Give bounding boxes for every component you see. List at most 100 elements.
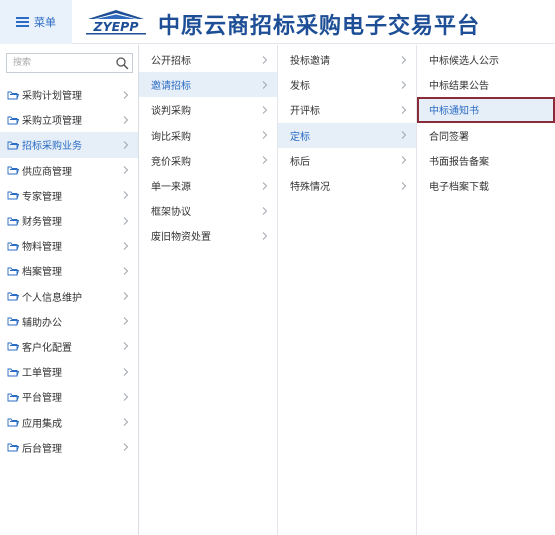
sidebar-item[interactable]: 物料管理 [0, 233, 138, 258]
level2-item[interactable]: 询比采购 [139, 123, 277, 148]
folder-icon [7, 418, 19, 427]
submenu-level3: 投标邀请发标开评标定标标后特殊情况 [278, 45, 417, 535]
sidebar-list: 采购计划管理 采购立项管理招标采购业务 供应商管理专家管理财务管理物料管理档案管理个… [0, 82, 138, 460]
level4-item[interactable]: 中标候选人公示 [417, 47, 555, 72]
chevron-right-icon [401, 80, 407, 89]
sidebar-item-label: 物料管理 [22, 242, 62, 254]
level2-item-label: 询比采购 [151, 131, 191, 143]
chevron-right-icon [262, 232, 268, 240]
level2-item[interactable]: 公开招标 [139, 47, 277, 72]
sidebar-item[interactable]: 工单管理 [0, 359, 138, 384]
level2-item-label: 竞价采购 [151, 156, 191, 168]
level2-item[interactable]: 邀请招标 [139, 72, 277, 98]
chevron-right-icon [262, 181, 268, 190]
level2-item-label: 框架协议 [151, 207, 191, 219]
folder-icon [7, 191, 19, 200]
sidebar-item-label: 客户化配置 [22, 342, 72, 354]
level4-item-label: 中标通知书 [429, 106, 479, 118]
chevron-right-icon [401, 55, 407, 64]
hamburger-icon [16, 17, 29, 27]
level4-item[interactable]: 中标通知书 [417, 97, 555, 123]
folder-icon [7, 166, 19, 175]
level3-item-label: 发标 [290, 81, 310, 93]
search-icon[interactable] [115, 56, 129, 70]
level3-item-label: 投标邀请 [290, 56, 330, 68]
level2-item[interactable]: 废旧物资处置 [139, 223, 277, 248]
sidebar-item-label: 后台管理 [22, 443, 62, 455]
chevron-right-icon [123, 115, 129, 124]
logo-text: ZYEPP [93, 19, 139, 34]
chevron-right-icon [262, 206, 268, 215]
chevron-right-icon [123, 216, 129, 225]
chevron-right-icon [123, 191, 129, 200]
folder-icon [7, 292, 19, 301]
level2-item[interactable]: 谈判采购 [139, 97, 277, 122]
sidebar-item[interactable]: 财务管理 [0, 208, 138, 233]
level3-item[interactable]: 标后 [278, 148, 416, 173]
folder-icon [7, 267, 19, 276]
chevron-right-icon [123, 443, 129, 452]
level4-item[interactable]: 书面报告备案 [417, 148, 555, 173]
level4-item-label: 中标候选人公示 [429, 56, 499, 68]
search-input[interactable] [7, 54, 112, 72]
level4-item[interactable]: 中标结果公告 [417, 72, 555, 97]
level4-item[interactable]: 合同签署 [417, 123, 555, 148]
level2-item[interactable]: 竞价采购 [139, 148, 277, 173]
chevron-right-icon [123, 241, 129, 250]
folder-icon [7, 217, 19, 225]
sidebar-item-label: 平台管理 [22, 393, 62, 405]
submenu-level4: 中标候选人公示中标结果公告中标通知书合同签署书面报告备案 电子档案下载 [417, 45, 555, 535]
sidebar-item[interactable]: 平台管理 [0, 384, 138, 409]
chevron-right-icon [123, 392, 129, 401]
menu-toggle-button[interactable]: 菜单 [0, 0, 72, 44]
level2-item[interactable]: 单一来源 [139, 173, 277, 198]
level2-list: 公开招标邀请招标谈判采购询比采购竞价采购单一来源框架协议废旧物资处置 [139, 47, 277, 249]
chevron-right-icon [401, 181, 407, 190]
level3-item[interactable]: 特殊情况 [278, 173, 416, 198]
chevron-right-icon [123, 418, 129, 426]
folder-icon [7, 116, 19, 125]
folder-icon [7, 242, 19, 251]
chevron-right-icon [401, 131, 407, 140]
sidebar-item[interactable]: 辅助办公 [0, 309, 138, 334]
level3-item-label: 标后 [290, 156, 310, 168]
level3-list: 投标邀请发标开评标定标标后特殊情况 [278, 47, 416, 198]
sidebar-item[interactable]: 客户化配置 [0, 334, 138, 359]
sidebar-item[interactable]: 采购立项管理 [0, 107, 138, 132]
sidebar-item-label: 供应商管理 [22, 166, 72, 178]
sidebar-item[interactable]: 招标采购业务 [0, 132, 138, 158]
chevron-right-icon [401, 156, 407, 165]
chevron-right-icon [262, 55, 268, 64]
level3-item[interactable]: 开评标 [278, 97, 416, 122]
sidebar-item[interactable]: 应用集成 [0, 409, 138, 434]
folder-icon [7, 443, 19, 452]
level3-item-label: 特殊情况 [290, 182, 330, 194]
sidebar-item[interactable]: 后台管理 [0, 435, 138, 460]
sidebar-item[interactable]: 档案管理 [0, 258, 138, 283]
chevron-right-icon [123, 166, 129, 175]
level3-item[interactable]: 定标 [278, 122, 416, 148]
level4-item[interactable]: 电子档案下载 [417, 173, 555, 198]
platform-title: 中原云商招标采购电子交易平台 [158, 14, 481, 39]
sidebar-item-label: 工单管理 [22, 368, 62, 380]
top-header: 菜单 ZYEPP 中原云商招标采购电子交易平台 [0, 0, 555, 44]
level3-item[interactable]: 投标邀请 [278, 47, 416, 72]
level3-item[interactable]: 发标 [278, 72, 416, 97]
chevron-right-icon [262, 80, 268, 89]
folder-icon [7, 393, 19, 402]
chevron-right-icon [123, 317, 129, 326]
level3-item-label: 开评标 [290, 106, 320, 118]
chevron-right-icon [123, 141, 129, 149]
chevron-right-icon [123, 342, 129, 351]
level4-item-label: 合同签署 [429, 131, 469, 143]
sidebar-item-label: 财务管理 [22, 217, 62, 229]
level2-item[interactable]: 框架协议 [139, 198, 277, 223]
sidebar-item[interactable]: 供应商管理 [0, 158, 138, 183]
sidebar-item[interactable]: 个人信息维护 [0, 284, 138, 309]
sidebar-item[interactable]: 专家管理 [0, 183, 138, 208]
chevron-right-icon [123, 292, 129, 300]
main-sidebar: 采购计划管理采购立项管理招标采购业务供应商管理专家管理财务管理物料管理档案管理个… [0, 45, 139, 535]
sidebar-item-label: 招标采购业务 [22, 141, 82, 153]
sidebar-item[interactable]: 采购计划管理 [0, 82, 138, 107]
level2-item-label: 邀请招标 [151, 81, 191, 93]
